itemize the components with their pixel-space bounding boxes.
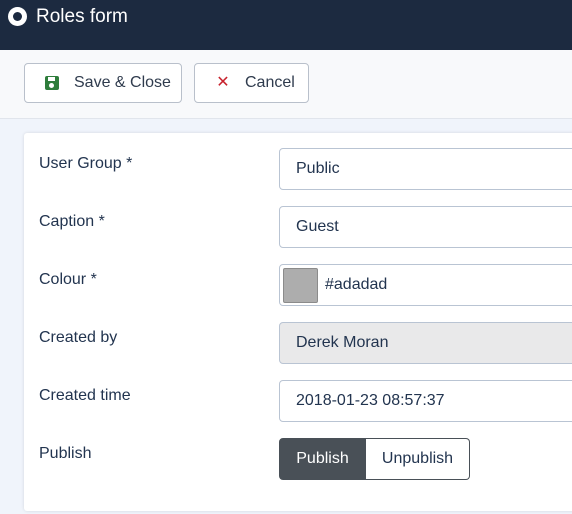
publish-option[interactable]: Publish: [279, 438, 366, 480]
colour-input[interactable]: #adadad: [279, 264, 572, 306]
colour-value: #adadad: [325, 276, 388, 293]
colour-swatch[interactable]: [283, 267, 318, 303]
toolbar: Save & Close ✕ Cancel: [0, 50, 572, 119]
close-icon: ✕: [216, 74, 230, 91]
created-time-input[interactable]: 2018-01-23 08:57:37: [279, 380, 572, 422]
user-group-value: Public: [296, 160, 340, 177]
circle-dot-icon: [8, 7, 27, 26]
caption-input[interactable]: Guest: [279, 206, 572, 248]
created-by-label: Created by: [39, 329, 118, 346]
created-time-label: Created time: [39, 387, 131, 404]
created-by-field: Derek Moran: [279, 322, 572, 364]
cancel-label: Cancel: [245, 74, 295, 91]
publish-label: Publish: [39, 445, 92, 462]
caption-value: Guest: [296, 218, 339, 235]
user-group-select[interactable]: Public: [279, 148, 572, 190]
colour-label: Colour *: [39, 271, 97, 288]
page-title: Roles form: [36, 6, 128, 27]
cancel-button[interactable]: ✕ Cancel: [194, 63, 309, 103]
caption-label: Caption *: [39, 213, 105, 230]
publish-toggle: Publish Unpublish: [279, 438, 470, 480]
user-group-label: User Group *: [39, 155, 133, 172]
save-close-label: Save & Close: [74, 74, 171, 91]
created-time-value: 2018-01-23 08:57:37: [296, 392, 445, 409]
unpublish-option[interactable]: Unpublish: [366, 438, 470, 480]
save-close-button[interactable]: Save & Close: [24, 63, 182, 103]
page-header: Roles form: [0, 0, 572, 50]
created-by-value: Derek Moran: [296, 334, 389, 351]
save-icon: [45, 76, 59, 90]
